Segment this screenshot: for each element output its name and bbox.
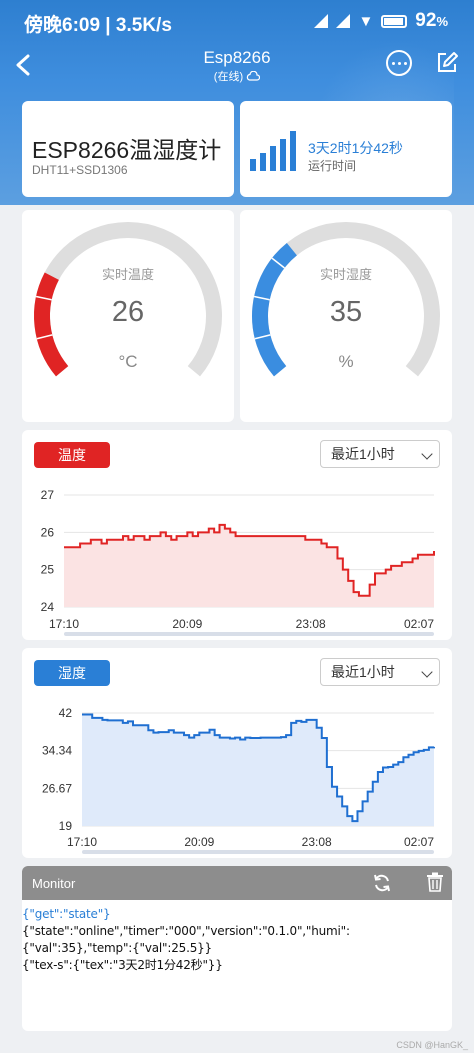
runtime-label: 运行时间 xyxy=(308,159,357,173)
temperature-gauge-card: 实时温度 26 °C xyxy=(22,210,234,422)
device-hardware: DHT11+SSD1306 xyxy=(32,163,128,177)
humidity-gauge-card: 实时湿度 35 % xyxy=(240,210,452,422)
edit-icon[interactable] xyxy=(434,50,460,76)
nav-bar: Esp8266 (在线) xyxy=(0,44,474,94)
gauge-value: 26 xyxy=(111,296,145,328)
signal-icon xyxy=(314,14,329,28)
temperature-chart-card: 27 26 25 24 17:10 20:09 23:08 02:07 温度 最近1小时 xyxy=(22,430,452,640)
signal-bars-icon xyxy=(250,131,296,171)
monitor-log: {"get":"state"} {"state":"online","timer"… xyxy=(22,906,452,974)
gauge-value: 35 xyxy=(329,296,363,328)
gauge-label: 实时温度 xyxy=(101,267,154,282)
log-line: {"get":"state"} xyxy=(22,907,111,921)
watermark: CSDN @HanGK_ xyxy=(396,1040,468,1050)
device-title: ESP8266温湿度计 xyxy=(32,137,222,163)
chart-badge-temperature[interactable]: 温度 xyxy=(34,442,110,468)
zoom-slider xyxy=(82,850,434,854)
y-tick-label: 27 xyxy=(41,488,55,502)
status-bar: 傍晚6:09 | 3.5K/s ▼ 92% xyxy=(0,0,474,44)
y-tick-label: 19 xyxy=(59,819,73,833)
status-right: ▼ 92% xyxy=(314,10,448,32)
time-range-value: 最近1小时 xyxy=(331,664,395,680)
battery-level: 92% xyxy=(415,10,448,31)
series-area xyxy=(64,524,434,607)
battery-icon xyxy=(381,14,408,28)
humidity-chart-card: 42 34.34 26.67 19 17:10 20:09 23:08 02:07 湿度 最近… xyxy=(22,648,452,858)
y-tick-label: 26 xyxy=(41,525,55,539)
refresh-icon[interactable] xyxy=(372,873,392,893)
runtime-card: 3天2时1分42秒 运行时间 xyxy=(240,101,452,197)
time-range-select[interactable]: 最近1小时 xyxy=(320,440,440,468)
gauge-unit: °C xyxy=(118,352,138,371)
trash-icon[interactable] xyxy=(426,872,444,892)
wifi-icon: ▼ xyxy=(358,12,374,30)
gauge-unit: % xyxy=(338,352,354,371)
title-card: ESP8266温湿度计 DHT11+SSD1306 xyxy=(22,101,234,197)
status-time: 傍晚6:09 | 3.5K/s xyxy=(24,15,172,36)
log-line: {"tex-s":{"tex":"3天2时1分42秒"}} xyxy=(22,958,223,972)
y-tick-label: 42 xyxy=(59,706,73,720)
chart-badge-humidity[interactable]: 湿度 xyxy=(34,660,110,686)
chevron-down-icon xyxy=(421,666,433,678)
y-tick-label: 34.34 xyxy=(42,744,72,758)
log-line: {"state":"online","timer":"000","version… xyxy=(22,924,350,955)
x-tick-label: 02:07 xyxy=(404,617,434,631)
x-tick-label: 17:10 xyxy=(67,835,97,849)
runtime-value: 3天2时1分42秒 xyxy=(308,140,403,156)
monitor-header: Monitor xyxy=(22,866,452,900)
series-area xyxy=(82,714,434,826)
online-status-text: (在线) xyxy=(213,71,244,83)
signal-icon-2 xyxy=(336,14,351,28)
time-range-select[interactable]: 最近1小时 xyxy=(320,658,440,686)
y-tick-label: 25 xyxy=(41,563,55,577)
x-tick-label: 23:08 xyxy=(296,617,326,631)
x-tick-label: 20:09 xyxy=(172,617,202,631)
y-tick-label: 24 xyxy=(41,600,55,614)
x-tick-label: 17:10 xyxy=(49,617,79,631)
gauge-label: 实时湿度 xyxy=(319,267,372,282)
x-tick-label: 02:07 xyxy=(404,835,434,849)
zoom-slider xyxy=(64,632,434,636)
monitor-title: Monitor xyxy=(32,876,76,891)
cloud-icon xyxy=(247,70,261,81)
monitor-panel: Monitor {"get":"state"} {"state":"online"… xyxy=(22,866,452,1031)
x-tick-label: 20:09 xyxy=(184,835,214,849)
chevron-down-icon xyxy=(421,448,433,460)
y-tick-label: 26.67 xyxy=(42,781,72,795)
more-icon[interactable] xyxy=(386,50,412,76)
x-tick-label: 23:08 xyxy=(302,835,332,849)
time-range-value: 最近1小时 xyxy=(331,446,395,462)
